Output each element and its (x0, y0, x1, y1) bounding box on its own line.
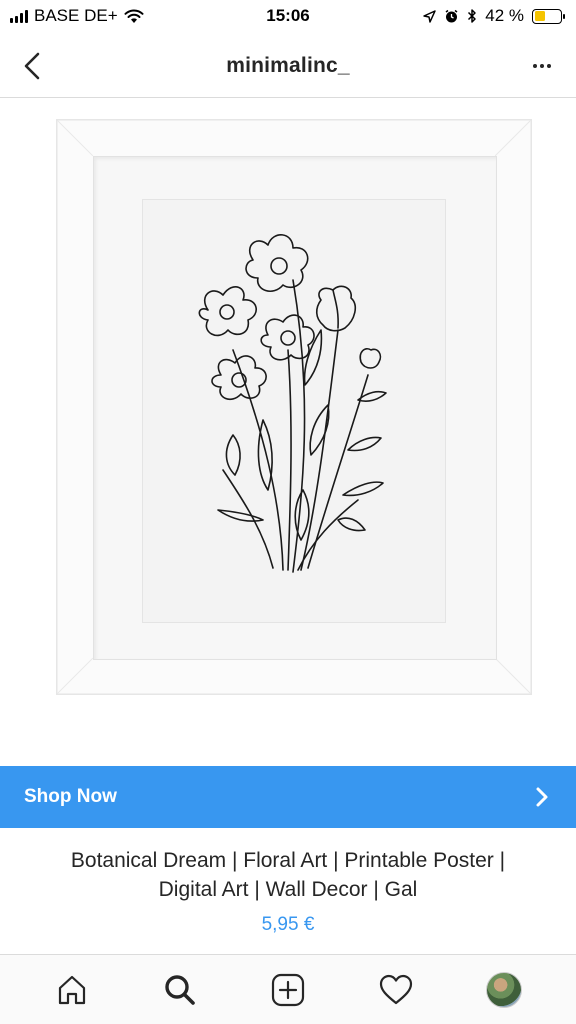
product-price: 5,95 € (261, 914, 315, 935)
tab-bar (0, 954, 576, 1024)
botanical-artwork (142, 199, 446, 623)
product-info: Botanical Dream | Floral Art | Printable… (0, 846, 576, 936)
tab-add-post[interactable] (258, 960, 318, 1020)
header-title[interactable]: minimalinc_ (0, 54, 576, 78)
tab-profile[interactable] (474, 960, 534, 1020)
add-post-icon (271, 973, 305, 1006)
profile-avatar (486, 971, 522, 1008)
activity-heart-icon (379, 974, 413, 1004)
battery-percent: 42 % (485, 6, 524, 25)
product-title-line1: Botanical Dream | Floral Art | Printable… (70, 849, 506, 872)
header: minimalinc_ (0, 34, 576, 98)
status-bar: BASE DE+ 15:06 42 % (0, 0, 576, 34)
shop-now-bar[interactable]: Shop Now (0, 766, 576, 828)
tab-search[interactable] (150, 960, 210, 1020)
product-title-line2: Digital Art | Wall Decor | Gal (158, 878, 418, 901)
frame-mat (93, 156, 497, 660)
location-arrow-icon (423, 9, 436, 23)
home-icon (58, 975, 86, 1004)
dot (533, 64, 537, 68)
picture-frame (56, 119, 532, 695)
status-right: 42 % (423, 6, 565, 26)
shop-now-label: Shop Now (24, 786, 117, 807)
dot (540, 64, 544, 68)
chevron-right-icon (536, 787, 548, 807)
flower-drawing (198, 234, 387, 573)
more-options-button[interactable] (522, 48, 562, 84)
search-icon (165, 974, 195, 1005)
product-title: Botanical Dream | Floral Art | Printable… (0, 846, 576, 904)
dot (547, 64, 551, 68)
bluetooth-icon (468, 9, 476, 23)
tab-home[interactable] (42, 960, 102, 1020)
battery-icon (532, 8, 565, 24)
battery-fill (534, 11, 545, 21)
tab-activity[interactable] (366, 960, 426, 1020)
alarm-icon (445, 9, 458, 22)
product-image[interactable] (0, 99, 576, 766)
